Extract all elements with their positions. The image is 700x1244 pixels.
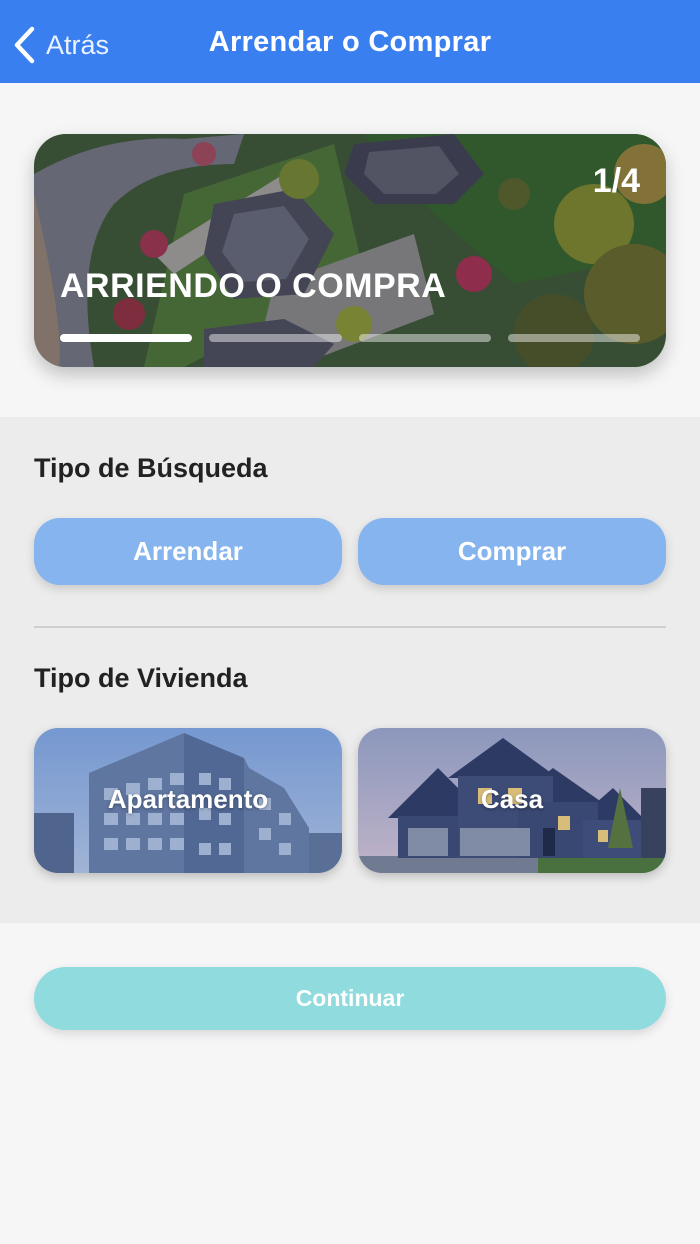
buy-button[interactable]: Comprar [358,518,666,585]
continue-button[interactable]: Continuar [34,967,666,1030]
rent-button[interactable]: Arrendar [34,518,342,585]
aerial-neighborhood-image [34,134,666,367]
step-progress [60,334,640,342]
house-option[interactable]: Casa [358,728,666,873]
progress-segment [60,334,193,342]
nav-bar: Atrás Arrendar o Comprar [0,0,700,83]
divider [34,626,666,628]
hero-title: ARRIENDO O COMPRA [60,267,447,305]
hero-card: 1/4 ARRIENDO O COMPRA [34,134,666,367]
progress-segment [507,334,640,342]
housing-type-label: Tipo de Vivienda [34,663,248,693]
progress-segment [209,334,342,342]
progress-segment [358,334,491,342]
house-label: Casa [480,784,544,814]
options-panel: Tipo de Búsqueda Arrendar Comprar Tipo d… [0,417,700,923]
apartment-label: Apartamento [107,784,269,814]
page-title: Arrendar o Comprar [208,26,492,58]
step-indicator: 1/4 [592,162,640,200]
apartment-option[interactable]: Apartamento [34,728,342,873]
search-type-label: Tipo de Búsqueda [34,453,268,483]
